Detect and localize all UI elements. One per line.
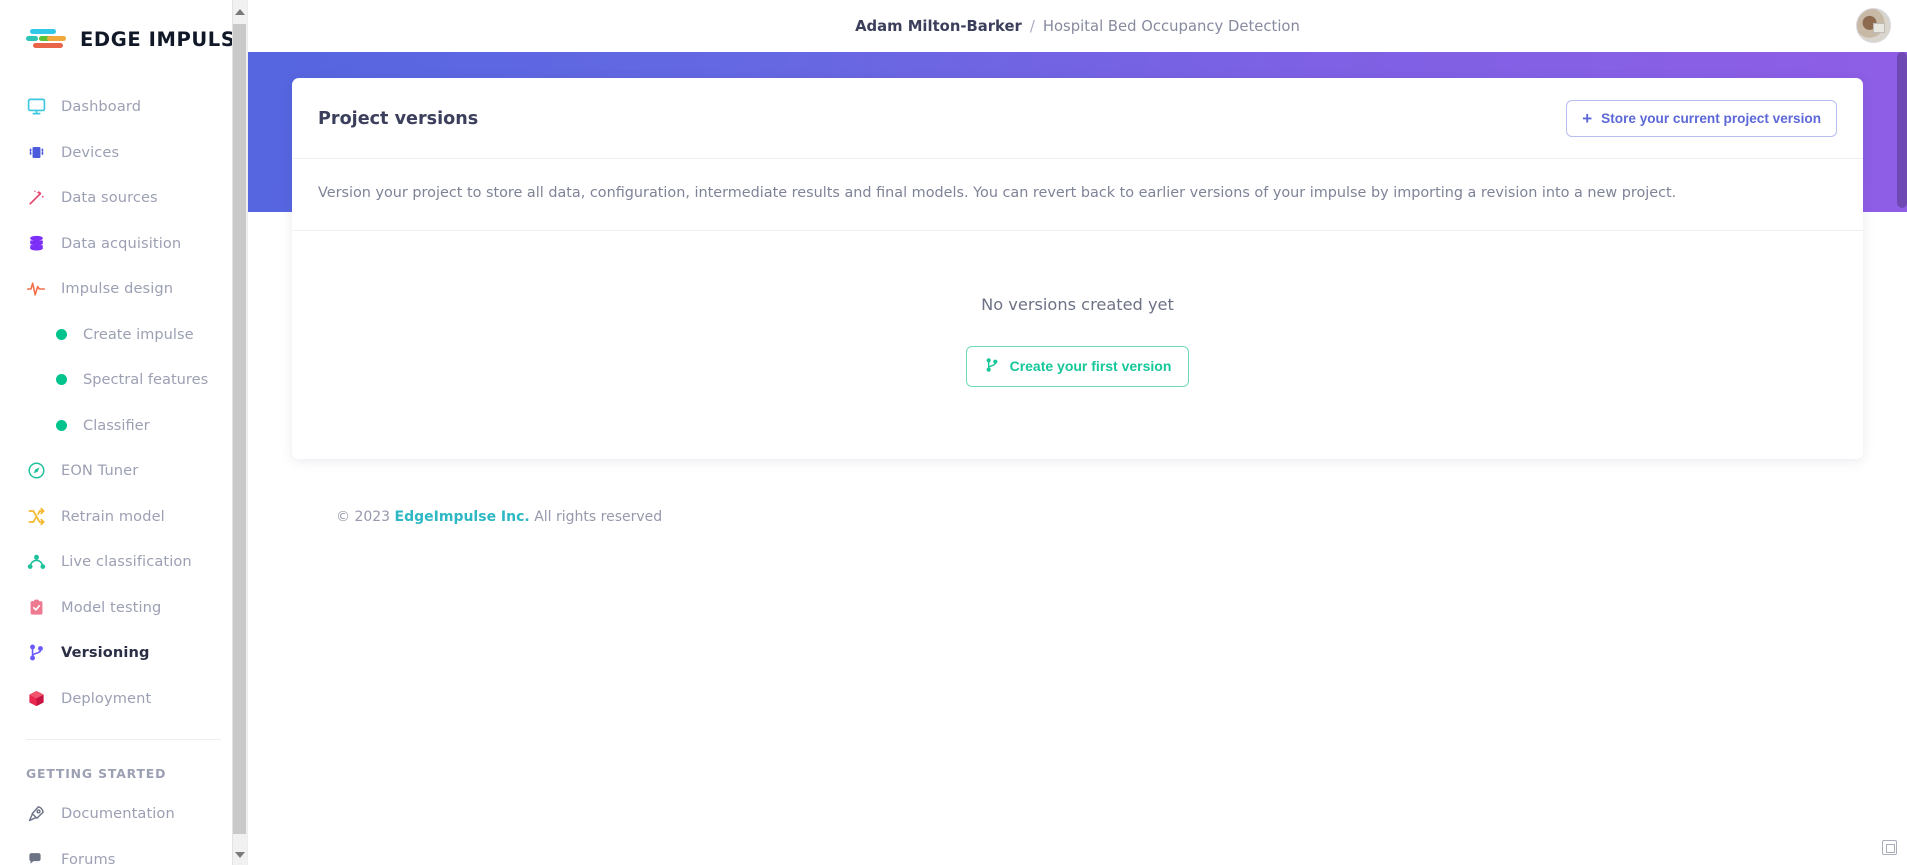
avatar[interactable] bbox=[1856, 8, 1891, 43]
sidebar-subitem-label: Spectral features bbox=[83, 371, 209, 389]
chip-icon bbox=[26, 142, 46, 162]
sidebar-item-label: Retrain model bbox=[61, 507, 165, 525]
sidebar-item-documentation[interactable]: Documentation bbox=[0, 791, 247, 837]
main-area: Adam Milton-Barker / Hospital Bed Occupa… bbox=[248, 0, 1907, 865]
sidebar-item-label: EON Tuner bbox=[61, 462, 139, 480]
sidebar-item-label: Devices bbox=[61, 143, 120, 161]
git-branch-icon bbox=[984, 357, 1000, 376]
sidebar-scrollbar-thumb[interactable] bbox=[233, 24, 246, 834]
page-title: Project versions bbox=[318, 108, 479, 129]
sidebar-item-label: Live classification bbox=[61, 553, 192, 571]
sidebar-item-impulse-design[interactable]: Impulse design bbox=[0, 266, 247, 312]
sidebar-item-label: Dashboard bbox=[61, 98, 142, 116]
create-first-version-button[interactable]: Create your first version bbox=[965, 345, 1190, 387]
footer-copyright: © 2023 bbox=[336, 508, 391, 525]
sidebar-item-forums[interactable]: Forums bbox=[0, 837, 247, 865]
page-footer: © 2023 EdgeImpulse Inc. All rights reser… bbox=[292, 459, 1863, 525]
sidebar-item-label: Deployment bbox=[61, 689, 152, 707]
sidebar-item-live-classification[interactable]: Live classification bbox=[0, 539, 247, 585]
sidebar-item-label: Documentation bbox=[61, 805, 175, 823]
scroll-up-arrow-icon[interactable] bbox=[235, 9, 245, 15]
sidebar-item-create-impulse[interactable]: Create impulse bbox=[0, 312, 247, 358]
brand-logo[interactable]: EDGE IMPULSE bbox=[0, 0, 247, 78]
sidebar-subitem-label: Create impulse bbox=[83, 325, 194, 343]
clipboard-check-icon bbox=[26, 597, 46, 617]
sidebar-section-title: GETTING STARTED bbox=[26, 766, 167, 781]
sidebar-item-retrain-model[interactable]: Retrain model bbox=[0, 494, 247, 540]
card-description: Version your project to store all data, … bbox=[292, 159, 1863, 231]
chat-icon bbox=[26, 849, 46, 865]
plus-icon: + bbox=[1582, 109, 1593, 128]
monitor-icon bbox=[26, 97, 46, 117]
sidebar-scrollbar[interactable] bbox=[232, 0, 247, 865]
breadcrumb-separator: / bbox=[1029, 17, 1035, 35]
breadcrumb: Adam Milton-Barker / Hospital Bed Occupa… bbox=[855, 18, 1300, 35]
green-dot-icon bbox=[56, 419, 67, 431]
git-branch-icon bbox=[26, 643, 46, 663]
sidebar: EDGE IMPULSE Dashboard Devices Data sour… bbox=[0, 0, 248, 865]
sidebar-item-label: Versioning bbox=[61, 644, 150, 662]
edge-impulse-logo-icon bbox=[26, 26, 70, 52]
green-dot-icon bbox=[56, 374, 67, 386]
page-content: Project versions + Store your current pr… bbox=[248, 52, 1907, 525]
database-icon bbox=[26, 233, 46, 253]
sidebar-item-data-sources[interactable]: Data sources bbox=[0, 175, 247, 221]
cube-icon bbox=[26, 688, 46, 708]
breadcrumb-user[interactable]: Adam Milton-Barker bbox=[855, 18, 1022, 35]
resize-corner-icon[interactable] bbox=[1882, 840, 1897, 855]
sidebar-item-dashboard[interactable]: Dashboard bbox=[0, 84, 247, 130]
sidebar-item-eon-tuner[interactable]: EON Tuner bbox=[0, 448, 247, 494]
empty-state: No versions created yet Create your firs… bbox=[292, 231, 1863, 459]
card-header: Project versions + Store your current pr… bbox=[292, 78, 1863, 159]
sidebar-item-label: Data sources bbox=[61, 189, 158, 207]
compass-icon bbox=[26, 461, 46, 481]
empty-state-message: No versions created yet bbox=[981, 294, 1174, 314]
top-bar: Adam Milton-Barker / Hospital Bed Occupa… bbox=[248, 0, 1907, 52]
footer-rights: All rights reserved bbox=[534, 508, 663, 525]
pulse-icon bbox=[26, 279, 46, 299]
footer-brand-link[interactable]: EdgeImpulse Inc. bbox=[395, 509, 530, 525]
brand-name: EDGE IMPULSE bbox=[80, 27, 248, 51]
sidebar-item-deployment[interactable]: Deployment bbox=[0, 676, 247, 722]
store-version-button[interactable]: + Store your current project version bbox=[1566, 100, 1837, 137]
sidebar-item-label: Data acquisition bbox=[61, 234, 182, 252]
store-version-button-label: Store your current project version bbox=[1601, 111, 1821, 126]
sidebar-item-spectral-features[interactable]: Spectral features bbox=[0, 357, 247, 403]
scroll-down-arrow-icon[interactable] bbox=[235, 852, 245, 858]
create-first-version-label: Create your first version bbox=[1009, 358, 1172, 375]
sidebar-item-versioning[interactable]: Versioning bbox=[0, 630, 247, 676]
rocket-icon bbox=[26, 804, 46, 824]
sidebar-item-label: Impulse design bbox=[61, 280, 174, 298]
sidebar-subitem-label: Classifier bbox=[83, 416, 150, 434]
live-graph-icon bbox=[26, 552, 46, 572]
green-dot-icon bbox=[56, 328, 67, 340]
sidebar-item-classifier[interactable]: Classifier bbox=[0, 403, 247, 449]
sidebar-item-devices[interactable]: Devices bbox=[0, 130, 247, 176]
sidebar-item-model-testing[interactable]: Model testing bbox=[0, 585, 247, 631]
shuffle-icon bbox=[26, 506, 46, 526]
sidebar-item-label: Model testing bbox=[61, 598, 162, 616]
sidebar-nav: Dashboard Devices Data sources Data acqu… bbox=[0, 78, 247, 865]
sidebar-item-label: Forums bbox=[61, 850, 116, 865]
project-versions-card: Project versions + Store your current pr… bbox=[292, 78, 1863, 459]
sidebar-item-data-acquisition[interactable]: Data acquisition bbox=[0, 221, 247, 267]
app-root: EDGE IMPULSE Dashboard Devices Data sour… bbox=[0, 0, 1907, 865]
breadcrumb-project[interactable]: Hospital Bed Occupancy Detection bbox=[1043, 18, 1300, 35]
magic-wand-icon bbox=[26, 188, 46, 208]
